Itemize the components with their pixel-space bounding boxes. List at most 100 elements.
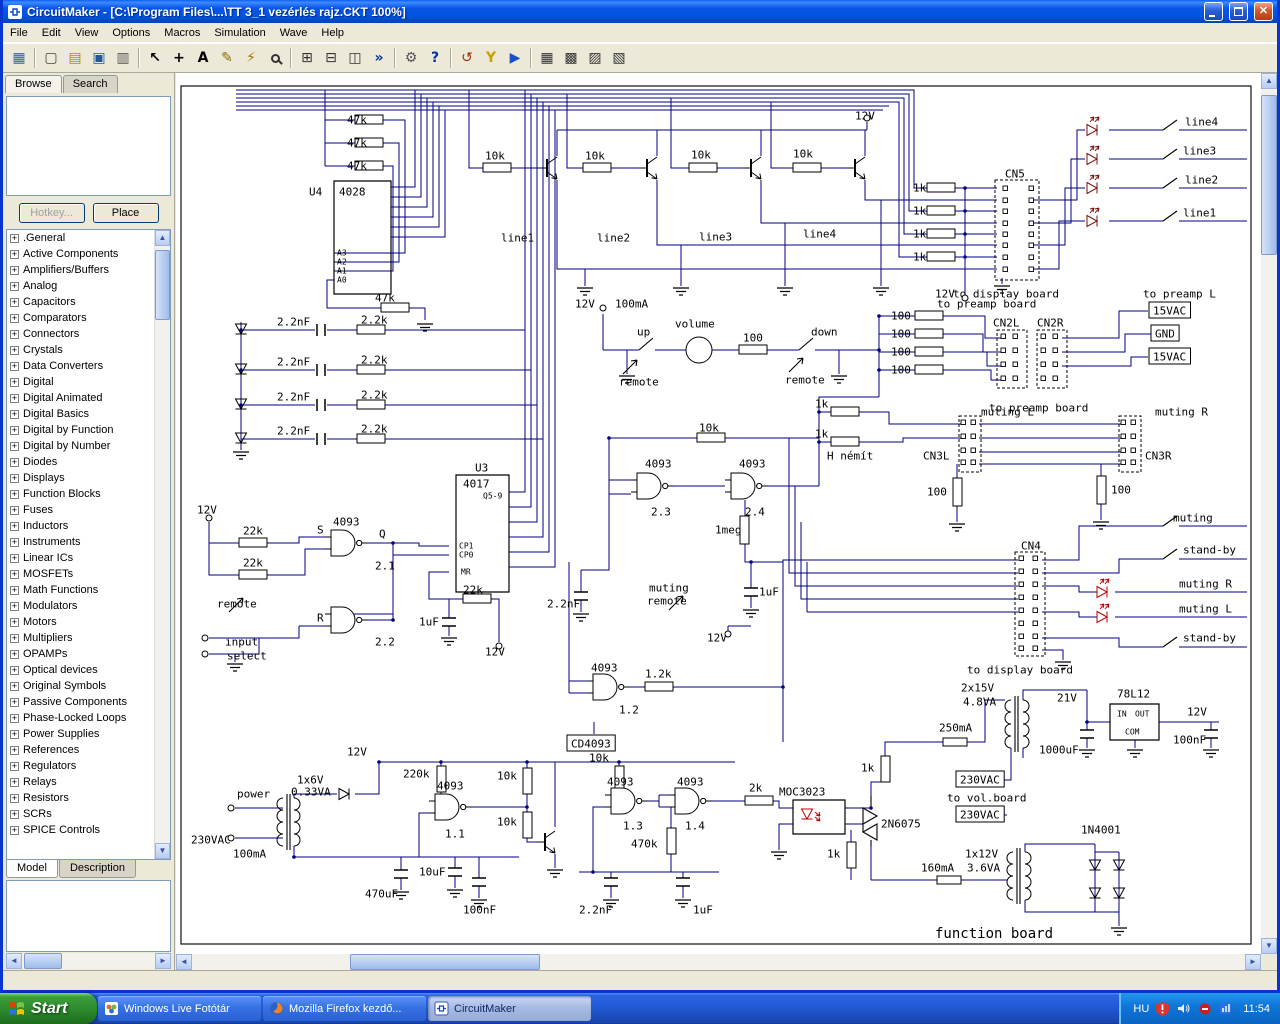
sidebar-hscrollbar[interactable]: ◄ ► (6, 953, 171, 969)
edit-tool-button[interactable]: ✎ (215, 46, 239, 70)
category-item[interactable]: Digital Basics (7, 406, 154, 422)
expand-icon[interactable] (10, 425, 19, 435)
expand-icon[interactable] (10, 329, 19, 339)
volume-icon[interactable] (1176, 1001, 1191, 1016)
expand-icon[interactable] (10, 377, 19, 387)
category-item[interactable]: Original Symbols (7, 678, 154, 694)
expand-icon[interactable] (10, 489, 19, 499)
hotkey-button[interactable]: Hotkey... (18, 203, 85, 223)
expand-icon[interactable] (10, 569, 19, 579)
menu-options[interactable]: Options (105, 24, 157, 42)
category-item[interactable]: Crystals (7, 342, 154, 358)
scroll-right-icon[interactable]: ► (155, 953, 171, 969)
start-button[interactable]: Start (0, 993, 97, 1024)
menu-view[interactable]: View (68, 24, 106, 42)
expand-icon[interactable] (10, 745, 19, 755)
digital-panel-1-button[interactable]: ▦ (535, 46, 559, 70)
category-item[interactable]: Math Functions (7, 582, 154, 598)
category-item[interactable]: Digital by Number (7, 438, 154, 454)
close-button[interactable] (1254, 2, 1273, 21)
category-item[interactable]: Instruments (7, 534, 154, 550)
sidebar-hscroll-thumb[interactable] (24, 953, 62, 969)
undo-button[interactable]: ↺ (455, 46, 479, 70)
probe-y-button[interactable]: Y (479, 46, 503, 70)
run-check-button[interactable]: » (367, 46, 391, 70)
expand-icon[interactable] (10, 553, 19, 563)
expand-icon[interactable] (10, 777, 19, 787)
expand-icon[interactable] (10, 249, 19, 259)
expand-icon[interactable] (10, 713, 19, 723)
category-item[interactable]: Diodes (7, 454, 154, 470)
zoom-in-tool-button[interactable]: + (167, 46, 191, 70)
tree-scrollbar[interactable]: ▲ ▼ (154, 230, 170, 859)
expand-icon[interactable] (10, 681, 19, 691)
category-item[interactable]: Linear ICs (7, 550, 154, 566)
category-item[interactable]: Displays (7, 470, 154, 486)
canvas-hscrollbar[interactable]: ◄ ► (176, 954, 1261, 970)
expand-icon[interactable] (10, 537, 19, 547)
schematic-canvas[interactable]: 47k 47k 47k U4 4028 A3A2A1A0 47k 10k 10k 10k 10k 12… (176, 73, 1277, 970)
find-part-button[interactable]: ⊞ (295, 46, 319, 70)
menu-macros[interactable]: Macros (157, 24, 207, 42)
category-item[interactable]: Active Components (7, 246, 154, 262)
tab-model[interactable]: Model (6, 860, 58, 878)
minimize-button[interactable] (1204, 2, 1223, 21)
task-firefox[interactable]: Mozilla Firefox kezdő... (263, 996, 426, 1021)
expand-icon[interactable] (10, 729, 19, 739)
expand-icon[interactable] (10, 665, 19, 675)
digital-panel-3-button[interactable]: ▨ (583, 46, 607, 70)
expand-icon[interactable] (10, 345, 19, 355)
canvas-hscroll-thumb[interactable] (350, 954, 540, 970)
category-item[interactable]: Capacitors (7, 294, 154, 310)
probe-tool-button[interactable]: ⚡ (239, 46, 263, 70)
new-file-button[interactable]: ▢ (39, 46, 63, 70)
expand-icon[interactable] (10, 281, 19, 291)
category-item[interactable]: OPAMPs (7, 646, 154, 662)
canvas-scroll-up-icon[interactable]: ▲ (1261, 73, 1277, 89)
expand-icon[interactable] (10, 617, 19, 627)
tab-search[interactable]: Search (62, 75, 118, 93)
menu-wave[interactable]: Wave (273, 24, 315, 42)
language-indicator[interactable]: HU (1133, 1003, 1149, 1015)
expand-icon[interactable] (10, 633, 19, 643)
expand-icon[interactable] (10, 473, 19, 483)
network-icon[interactable] (1218, 1001, 1233, 1016)
expand-icon[interactable] (10, 825, 19, 835)
expand-icon[interactable] (10, 409, 19, 419)
save-file-button[interactable]: ▣ (87, 46, 111, 70)
category-item[interactable]: Relays (7, 774, 154, 790)
category-item[interactable]: Motors (7, 614, 154, 630)
canvas-vscrollbar[interactable]: ▲ ▼ (1261, 73, 1277, 954)
category-item[interactable]: Multipliers (7, 630, 154, 646)
canvas-vscroll-thumb[interactable] (1261, 95, 1277, 255)
expand-icon[interactable] (10, 233, 19, 243)
expand-icon[interactable] (10, 793, 19, 803)
category-item[interactable]: MOSFETs (7, 566, 154, 582)
canvas-scroll-right-icon[interactable]: ► (1245, 954, 1261, 970)
category-item[interactable]: Resistors (7, 790, 154, 806)
security-shield-icon[interactable] (1155, 1001, 1170, 1016)
expand-icon[interactable] (10, 393, 19, 403)
scroll-up-icon[interactable]: ▲ (155, 230, 170, 246)
taskbar-clock[interactable]: 11:54 (1239, 1003, 1270, 1015)
category-item[interactable]: SPICE Controls (7, 822, 154, 838)
expand-icon[interactable] (10, 313, 19, 323)
category-item[interactable]: Optical devices (7, 662, 154, 678)
rotate-part-button[interactable]: ⊟ (319, 46, 343, 70)
select-tool-button[interactable]: ↖ (143, 46, 167, 70)
tab-description[interactable]: Description (58, 860, 136, 878)
place-button[interactable]: Place (92, 203, 159, 223)
expand-icon[interactable] (10, 649, 19, 659)
category-item[interactable]: Comparators (7, 310, 154, 326)
zoom-tool-button[interactable] (263, 46, 287, 70)
task-circuitmaker[interactable]: CircuitMaker (428, 996, 591, 1021)
category-item[interactable]: Digital Animated (7, 390, 154, 406)
category-item[interactable]: Connectors (7, 326, 154, 342)
expand-icon[interactable] (10, 457, 19, 467)
task-windows-live[interactable]: Windows Live Fotótár (98, 996, 261, 1021)
tab-browse[interactable]: Browse (5, 75, 62, 93)
text-tool-button[interactable]: A (191, 46, 215, 70)
expand-icon[interactable] (10, 809, 19, 819)
expand-icon[interactable] (10, 761, 19, 771)
expand-icon[interactable] (10, 297, 19, 307)
